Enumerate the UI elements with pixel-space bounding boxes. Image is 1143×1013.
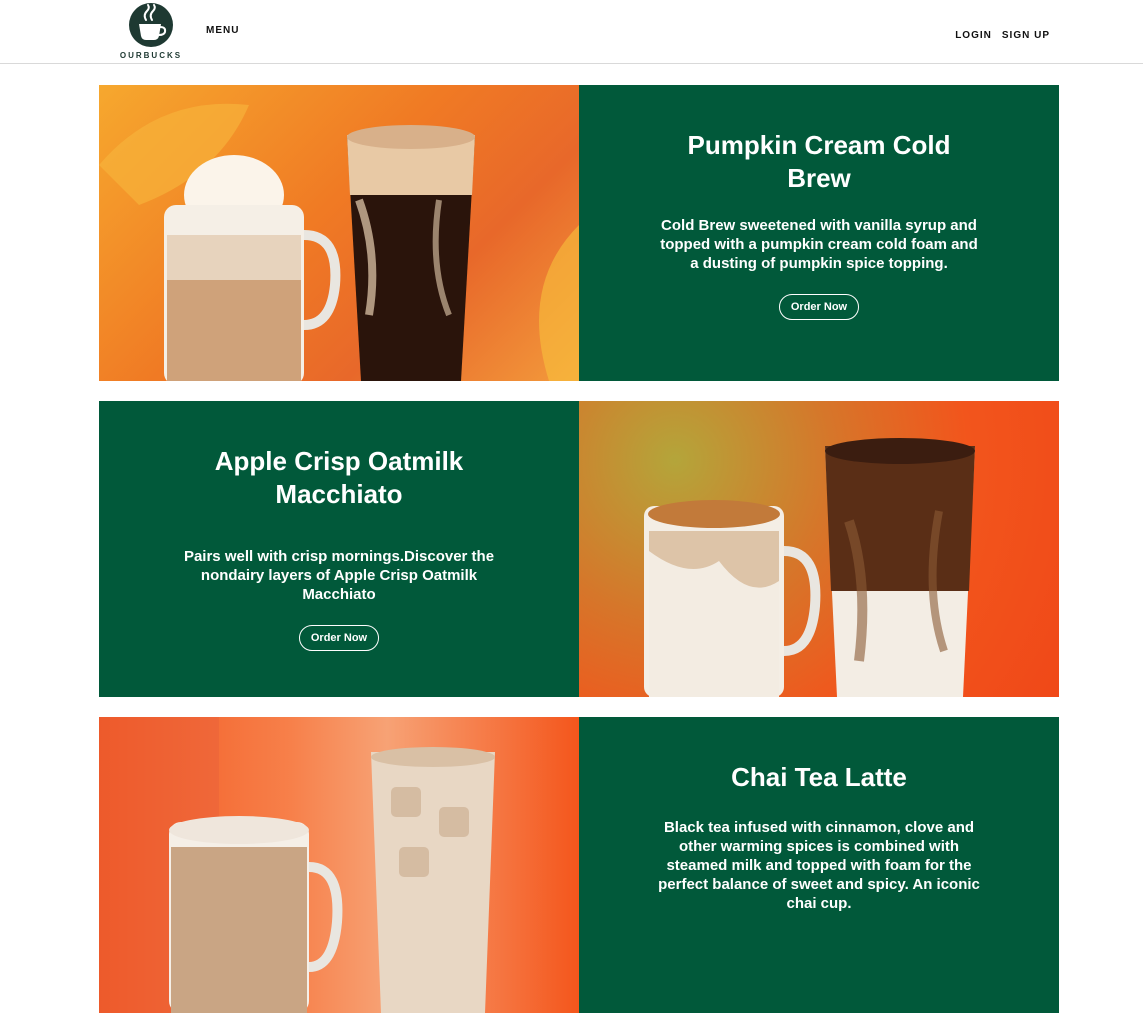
brand-logo[interactable]: OURBUCKS xyxy=(119,2,183,60)
auth-links: LOGIN SIGN UP xyxy=(955,30,1050,41)
drink-description: Cold Brew sweetened with vanilla syrup a… xyxy=(660,217,978,272)
coffee-cup-logo-icon xyxy=(129,3,173,47)
logo-wordmark: OURBUCKS xyxy=(119,51,183,60)
promo-card-apple-crisp: Apple Crisp Oatmilk Macchiato Pairs well… xyxy=(99,401,1059,697)
pumpkin-drinks-image xyxy=(99,85,579,381)
chai-drinks-image xyxy=(99,717,579,1013)
drinks-illustration-icon xyxy=(99,717,495,1013)
promo-panel: Chai Tea Latte Black tea infused with ci… xyxy=(579,717,1059,1013)
drinks-illustration-icon xyxy=(644,438,975,697)
menu-link[interactable]: MENU xyxy=(206,25,239,36)
login-link[interactable]: LOGIN xyxy=(955,30,992,41)
drinks-illustration-icon xyxy=(99,103,579,381)
signup-link[interactable]: SIGN UP xyxy=(1002,30,1050,41)
drink-description: Pairs well with crisp mornings.Discover … xyxy=(183,548,495,603)
promo-card-chai: Chai Tea Latte Black tea infused with ci… xyxy=(99,717,1059,1013)
promo-panel: Apple Crisp Oatmilk Macchiato Pairs well… xyxy=(99,401,579,697)
drink-title: Chai Tea Latte xyxy=(731,762,907,792)
top-nav: OURBUCKS MENU LOGIN SIGN UP xyxy=(0,0,1143,64)
apple-crisp-drinks-image xyxy=(579,401,1059,697)
promo-panel: Pumpkin Cream Cold Brew Cold Brew sweete… xyxy=(579,85,1059,381)
drink-title: Apple Crisp Oatmilk Macchiato xyxy=(214,446,464,509)
promo-card-pumpkin: Pumpkin Cream Cold Brew Cold Brew sweete… xyxy=(99,85,1059,381)
drink-title: Pumpkin Cream Cold Brew xyxy=(687,130,951,193)
order-now-button[interactable]: Order Now xyxy=(778,294,860,320)
order-now-button[interactable]: Order Now xyxy=(298,625,380,651)
drink-description: Black tea infused with cinnamon, clove a… xyxy=(658,819,980,912)
